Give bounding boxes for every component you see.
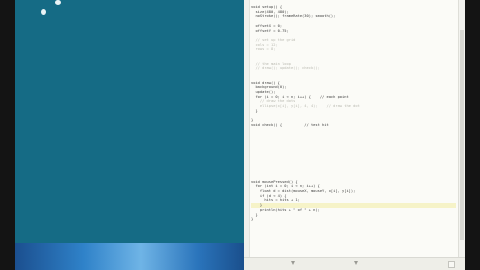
editor-gutter [244, 0, 250, 258]
screen: void setup() { size(480, 480); noStroke(… [15, 0, 465, 270]
taskbar[interactable] [15, 243, 244, 270]
desktop-background [15, 0, 244, 243]
code-area[interactable]: void setup() { size(480, 480); noStroke(… [251, 5, 456, 260]
arrow-down-icon[interactable] [354, 261, 358, 265]
arrow-down-icon[interactable] [291, 261, 295, 265]
scrollbar-thumb[interactable] [460, 30, 464, 240]
desktop-dot [41, 9, 46, 15]
desktop-dot [55, 0, 61, 5]
vertical-scrollbar[interactable] [458, 0, 465, 258]
code-editor[interactable]: void setup() { size(480, 480); noStroke(… [244, 0, 465, 270]
resize-grip-icon[interactable] [448, 261, 455, 268]
editor-status-bar [244, 257, 465, 270]
